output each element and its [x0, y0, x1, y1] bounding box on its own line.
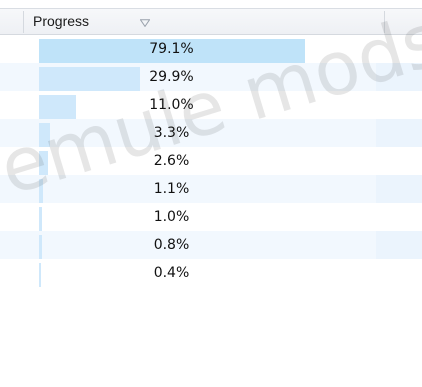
list-row[interactable]: 1.0% — [0, 203, 422, 231]
progress-percent: 1.1% — [153, 181, 190, 197]
progress-percent: 11.0% — [149, 97, 194, 113]
row-cell-fill — [376, 63, 422, 91]
progress-percent: 3.3% — [153, 125, 190, 141]
list-row[interactable]: 0.8% — [0, 231, 422, 259]
top-strip — [0, 0, 422, 8]
list-row[interactable]: 79.1% — [0, 35, 422, 63]
column-header-bar: Progress — [0, 8, 422, 35]
progress-percent: 0.4% — [153, 265, 190, 281]
list-row[interactable]: 11.0% — [0, 91, 422, 119]
column-separator[interactable] — [384, 11, 385, 33]
progress-list: 79.1% 29.9% 11.0% 3.3% 2.6% 1.1% 1.0% 0.… — [0, 35, 422, 287]
progress-percent: 0.8% — [153, 237, 190, 253]
row-cell-fill — [376, 231, 422, 259]
progress-column-header[interactable]: Progress — [33, 13, 89, 29]
list-row[interactable]: 0.4% — [0, 259, 422, 287]
list-row[interactable]: 2.6% — [0, 147, 422, 175]
progress-percent: 29.9% — [149, 69, 194, 85]
list-row[interactable]: 3.3% — [0, 119, 422, 147]
progress-percent: 1.0% — [153, 209, 190, 225]
row-cell-fill — [376, 119, 422, 147]
progress-percent: 79.1% — [149, 41, 194, 57]
sort-descending-icon[interactable] — [140, 19, 150, 27]
list-row[interactable]: 1.1% — [0, 175, 422, 203]
column-separator[interactable] — [23, 11, 24, 33]
list-row[interactable]: 29.9% — [0, 63, 422, 91]
progress-percent: 2.6% — [153, 153, 190, 169]
row-cell-fill — [376, 175, 422, 203]
